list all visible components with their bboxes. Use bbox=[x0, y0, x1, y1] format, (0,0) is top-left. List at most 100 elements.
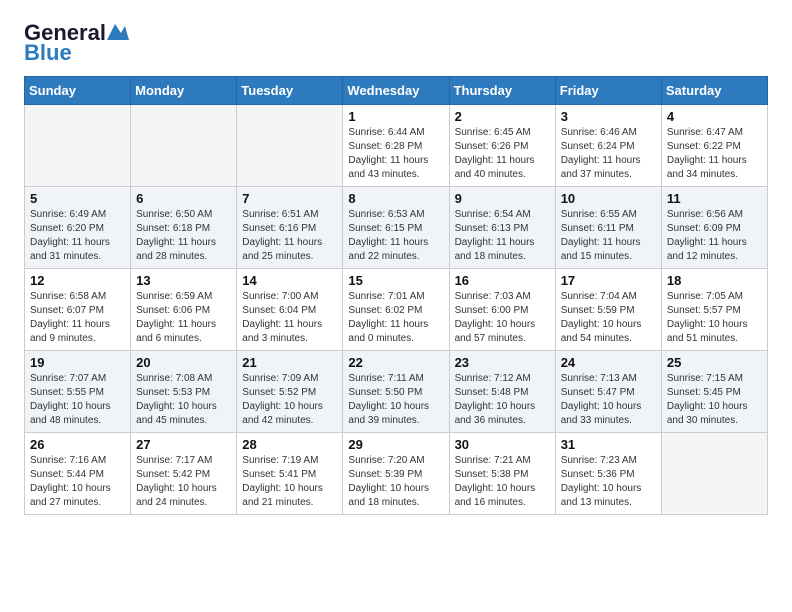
day-cell-6: 6 Sunrise: 6:50 AM Sunset: 6:18 PM Daylig… bbox=[131, 187, 237, 269]
weekday-header-monday: Monday bbox=[131, 77, 237, 105]
day-number: 17 bbox=[561, 273, 656, 288]
day-info: Sunrise: 6:47 AM Sunset: 6:22 PM Dayligh… bbox=[667, 126, 762, 182]
day-info: Sunrise: 7:17 AM Sunset: 5:42 PM Dayligh… bbox=[136, 454, 231, 510]
day-cell-16: 16 Sunrise: 7:03 AM Sunset: 6:00 PM Dayli… bbox=[449, 269, 555, 351]
day-number: 7 bbox=[242, 191, 337, 206]
week-row-3: 12 Sunrise: 6:58 AM Sunset: 6:07 PM Dayli… bbox=[25, 269, 768, 351]
day-cell-19: 19 Sunrise: 7:07 AM Sunset: 5:55 PM Dayli… bbox=[25, 351, 131, 433]
day-info: Sunrise: 6:54 AM Sunset: 6:13 PM Dayligh… bbox=[455, 208, 550, 264]
day-info: Sunrise: 6:51 AM Sunset: 6:16 PM Dayligh… bbox=[242, 208, 337, 264]
day-cell-21: 21 Sunrise: 7:09 AM Sunset: 5:52 PM Dayli… bbox=[237, 351, 343, 433]
day-cell-15: 15 Sunrise: 7:01 AM Sunset: 6:02 PM Dayli… bbox=[343, 269, 449, 351]
day-cell-11: 11 Sunrise: 6:56 AM Sunset: 6:09 PM Dayli… bbox=[661, 187, 767, 269]
day-cell-2: 2 Sunrise: 6:45 AM Sunset: 6:26 PM Daylig… bbox=[449, 105, 555, 187]
day-number: 6 bbox=[136, 191, 231, 206]
day-number: 29 bbox=[348, 437, 443, 452]
day-cell-24: 24 Sunrise: 7:13 AM Sunset: 5:47 PM Dayli… bbox=[555, 351, 661, 433]
empty-cell bbox=[131, 105, 237, 187]
day-cell-8: 8 Sunrise: 6:53 AM Sunset: 6:15 PM Daylig… bbox=[343, 187, 449, 269]
day-info: Sunrise: 6:53 AM Sunset: 6:15 PM Dayligh… bbox=[348, 208, 443, 264]
day-cell-30: 30 Sunrise: 7:21 AM Sunset: 5:38 PM Dayli… bbox=[449, 433, 555, 515]
week-row-4: 19 Sunrise: 7:07 AM Sunset: 5:55 PM Dayli… bbox=[25, 351, 768, 433]
calendar-table: SundayMondayTuesdayWednesdayThursdayFrid… bbox=[24, 76, 768, 515]
day-number: 31 bbox=[561, 437, 656, 452]
day-number: 9 bbox=[455, 191, 550, 206]
day-number: 30 bbox=[455, 437, 550, 452]
day-cell-31: 31Sunrise: 7:23 AM Sunset: 5:36 PM Dayli… bbox=[555, 433, 661, 515]
week-row-5: 26 Sunrise: 7:16 AM Sunset: 5:44 PM Dayli… bbox=[25, 433, 768, 515]
day-info: Sunrise: 7:20 AM Sunset: 5:39 PM Dayligh… bbox=[348, 454, 443, 510]
weekday-header-sunday: Sunday bbox=[25, 77, 131, 105]
day-info: Sunrise: 7:01 AM Sunset: 6:02 PM Dayligh… bbox=[348, 290, 443, 346]
weekday-header-row: SundayMondayTuesdayWednesdayThursdayFrid… bbox=[25, 77, 768, 105]
day-number: 20 bbox=[136, 355, 231, 370]
day-info: Sunrise: 6:55 AM Sunset: 6:11 PM Dayligh… bbox=[561, 208, 656, 264]
day-info: Sunrise: 7:11 AM Sunset: 5:50 PM Dayligh… bbox=[348, 372, 443, 428]
logo-blue: Blue bbox=[24, 40, 72, 66]
day-cell-5: 5 Sunrise: 6:49 AM Sunset: 6:20 PM Daylig… bbox=[25, 187, 131, 269]
day-cell-7: 7 Sunrise: 6:51 AM Sunset: 6:16 PM Daylig… bbox=[237, 187, 343, 269]
day-number: 25 bbox=[667, 355, 762, 370]
day-info: Sunrise: 7:15 AM Sunset: 5:45 PM Dayligh… bbox=[667, 372, 762, 428]
day-info: Sunrise: 7:09 AM Sunset: 5:52 PM Dayligh… bbox=[242, 372, 337, 428]
day-number: 8 bbox=[348, 191, 443, 206]
day-number: 2 bbox=[455, 109, 550, 124]
weekday-header-wednesday: Wednesday bbox=[343, 77, 449, 105]
day-info: Sunrise: 6:45 AM Sunset: 6:26 PM Dayligh… bbox=[455, 126, 550, 182]
day-number: 16 bbox=[455, 273, 550, 288]
week-row-1: 1 Sunrise: 6:44 AM Sunset: 6:28 PM Daylig… bbox=[25, 105, 768, 187]
day-cell-22: 22Sunrise: 7:11 AM Sunset: 5:50 PM Dayli… bbox=[343, 351, 449, 433]
day-info: Sunrise: 7:03 AM Sunset: 6:00 PM Dayligh… bbox=[455, 290, 550, 346]
day-number: 5 bbox=[30, 191, 125, 206]
day-number: 12 bbox=[30, 273, 125, 288]
day-number: 14 bbox=[242, 273, 337, 288]
day-info: Sunrise: 7:05 AM Sunset: 5:57 PM Dayligh… bbox=[667, 290, 762, 346]
day-info: Sunrise: 7:07 AM Sunset: 5:55 PM Dayligh… bbox=[30, 372, 125, 428]
empty-cell bbox=[661, 433, 767, 515]
day-info: Sunrise: 7:12 AM Sunset: 5:48 PM Dayligh… bbox=[455, 372, 550, 428]
day-cell-26: 26 Sunrise: 7:16 AM Sunset: 5:44 PM Dayli… bbox=[25, 433, 131, 515]
day-cell-28: 28Sunrise: 7:19 AM Sunset: 5:41 PM Dayli… bbox=[237, 433, 343, 515]
day-cell-10: 10 Sunrise: 6:55 AM Sunset: 6:11 PM Dayli… bbox=[555, 187, 661, 269]
day-info: Sunrise: 7:08 AM Sunset: 5:53 PM Dayligh… bbox=[136, 372, 231, 428]
day-cell-23: 23Sunrise: 7:12 AM Sunset: 5:48 PM Dayli… bbox=[449, 351, 555, 433]
day-number: 27 bbox=[136, 437, 231, 452]
day-cell-27: 27 Sunrise: 7:17 AM Sunset: 5:42 PM Dayli… bbox=[131, 433, 237, 515]
day-cell-13: 13 Sunrise: 6:59 AM Sunset: 6:06 PM Dayli… bbox=[131, 269, 237, 351]
day-info: Sunrise: 7:04 AM Sunset: 5:59 PM Dayligh… bbox=[561, 290, 656, 346]
day-number: 3 bbox=[561, 109, 656, 124]
page-header: General Blue bbox=[24, 20, 768, 66]
empty-cell bbox=[237, 105, 343, 187]
day-cell-17: 17 Sunrise: 7:04 AM Sunset: 5:59 PM Dayli… bbox=[555, 269, 661, 351]
day-info: Sunrise: 7:21 AM Sunset: 5:38 PM Dayligh… bbox=[455, 454, 550, 510]
day-number: 11 bbox=[667, 191, 762, 206]
logo-icon bbox=[107, 22, 129, 40]
weekday-header-friday: Friday bbox=[555, 77, 661, 105]
day-number: 21 bbox=[242, 355, 337, 370]
day-info: Sunrise: 7:19 AM Sunset: 5:41 PM Dayligh… bbox=[242, 454, 337, 510]
empty-cell bbox=[25, 105, 131, 187]
day-info: Sunrise: 6:44 AM Sunset: 6:28 PM Dayligh… bbox=[348, 126, 443, 182]
day-cell-12: 12 Sunrise: 6:58 AM Sunset: 6:07 PM Dayli… bbox=[25, 269, 131, 351]
day-cell-9: 9 Sunrise: 6:54 AM Sunset: 6:13 PM Daylig… bbox=[449, 187, 555, 269]
day-info: Sunrise: 7:16 AM Sunset: 5:44 PM Dayligh… bbox=[30, 454, 125, 510]
day-info: Sunrise: 6:56 AM Sunset: 6:09 PM Dayligh… bbox=[667, 208, 762, 264]
day-number: 1 bbox=[348, 109, 443, 124]
day-number: 18 bbox=[667, 273, 762, 288]
week-row-2: 5 Sunrise: 6:49 AM Sunset: 6:20 PM Daylig… bbox=[25, 187, 768, 269]
day-number: 26 bbox=[30, 437, 125, 452]
day-info: Sunrise: 6:59 AM Sunset: 6:06 PM Dayligh… bbox=[136, 290, 231, 346]
day-cell-25: 25 Sunrise: 7:15 AM Sunset: 5:45 PM Dayli… bbox=[661, 351, 767, 433]
day-number: 19 bbox=[30, 355, 125, 370]
day-number: 13 bbox=[136, 273, 231, 288]
day-number: 10 bbox=[561, 191, 656, 206]
weekday-header-tuesday: Tuesday bbox=[237, 77, 343, 105]
day-number: 24 bbox=[561, 355, 656, 370]
day-cell-29: 29 Sunrise: 7:20 AM Sunset: 5:39 PM Dayli… bbox=[343, 433, 449, 515]
weekday-header-thursday: Thursday bbox=[449, 77, 555, 105]
day-info: Sunrise: 7:13 AM Sunset: 5:47 PM Dayligh… bbox=[561, 372, 656, 428]
day-number: 15 bbox=[348, 273, 443, 288]
day-info: Sunrise: 6:58 AM Sunset: 6:07 PM Dayligh… bbox=[30, 290, 125, 346]
day-info: Sunrise: 6:50 AM Sunset: 6:18 PM Dayligh… bbox=[136, 208, 231, 264]
day-info: Sunrise: 6:49 AM Sunset: 6:20 PM Dayligh… bbox=[30, 208, 125, 264]
